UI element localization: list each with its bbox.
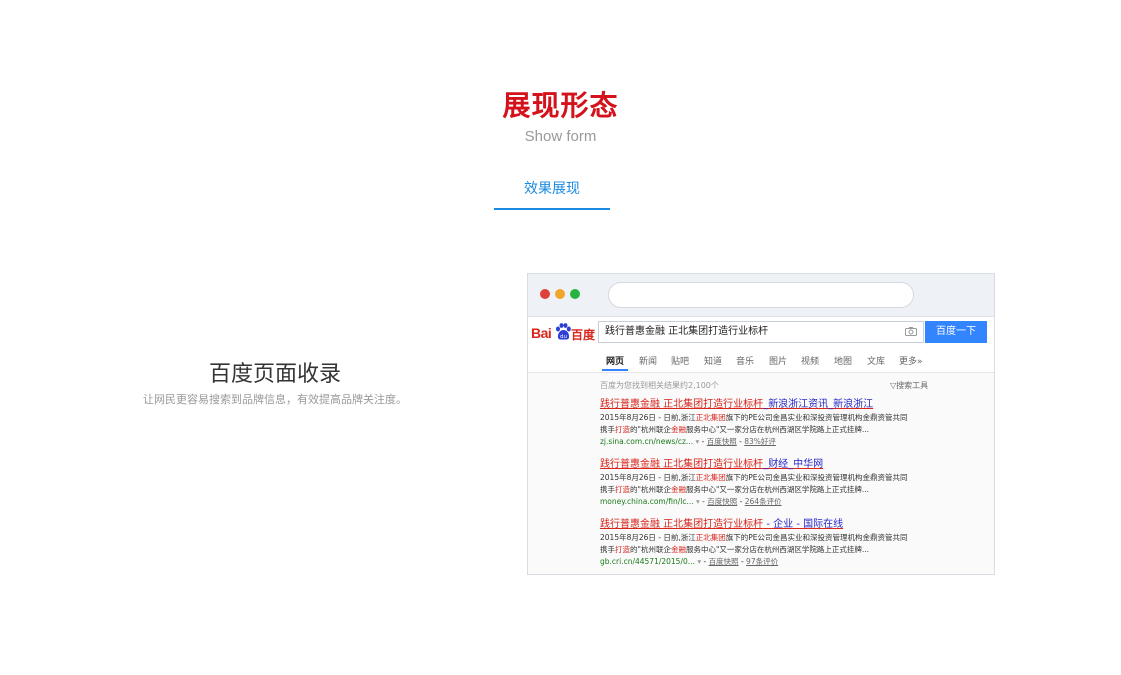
result-count: 百度为您找到相关结果约2,100个 — [600, 381, 719, 390]
logo-text-right: 百度 — [571, 328, 596, 342]
dropdown-arrow-icon[interactable]: ▾ — [695, 437, 699, 446]
result-rating-link[interactable]: 83%好评 — [744, 437, 776, 446]
result-snippet: 2015年8月26日 - 日前,浙江正北集团旗下的PE公司金昌实业和深投资管理机… — [600, 473, 908, 482]
result-title-link[interactable]: 践行普惠金融 正北集团打造行业标杆_财经_中华网 — [600, 458, 940, 472]
tab-zhidao[interactable]: 知道 — [704, 354, 722, 367]
window-close-dot-icon — [540, 289, 550, 299]
page-title: 展现形态 — [502, 89, 619, 122]
result-meta: gb.cri.cn/44571/2015/0... ▾ - 百度快照 - 97条… — [600, 557, 779, 566]
result-url[interactable]: gb.cri.cn/44571/2015/0... — [600, 557, 695, 566]
search-button[interactable]: 百度一下 — [925, 321, 987, 343]
search-result: 践行普惠金融 正北集团打造行业标杆 - 企业 - 国际在线 2015年8月26日… — [600, 518, 940, 567]
search-result: 践行普惠金融 正北集团打造行业标杆_新浪浙江资讯_新浪浙江 2015年8月26日… — [600, 398, 940, 447]
result-snapshot-link[interactable]: 百度快照 — [709, 557, 739, 566]
browser-titlebar — [528, 274, 994, 317]
logo-text-left: Bai — [531, 325, 552, 341]
svg-text:du: du — [560, 334, 567, 340]
search-query-text: 践行普惠金融 正北集团打造行业标杆 — [605, 326, 769, 337]
dropdown-arrow-icon[interactable]: ▾ — [696, 497, 700, 506]
feature-description: 让网民更容易搜索到品牌信息，有效提高品牌关注度。 — [143, 393, 407, 406]
browser-mockup: Bai du 百度 践行普惠金融 正北集团打造行业标杆 百度一下 网页 新闻 贴… — [527, 273, 995, 575]
result-url[interactable]: money.china.com/fin/lc... — [600, 497, 694, 506]
result-rating-link[interactable]: 97条评价 — [746, 557, 778, 566]
feature-title: 百度页面收录 — [208, 362, 341, 387]
tab-wenku[interactable]: 文库 — [867, 354, 885, 367]
result-snapshot-link[interactable]: 百度快照 — [707, 497, 737, 506]
result-title-link[interactable]: 践行普惠金融 正北集团打造行业标杆_新浪浙江资讯_新浪浙江 — [600, 398, 940, 412]
baidu-logo: Bai du 百度 — [531, 323, 595, 345]
tab-more[interactable]: 更多» — [899, 354, 923, 367]
dropdown-arrow-icon[interactable]: ▾ — [697, 557, 701, 566]
paw-icon: du — [556, 323, 571, 340]
active-tab-underline — [602, 369, 628, 371]
address-bar[interactable] — [608, 282, 914, 308]
tab-effect-display[interactable]: 效果展现 — [494, 178, 610, 210]
result-snapshot-link[interactable]: 百度快照 — [707, 437, 737, 446]
tab-music[interactable]: 音乐 — [736, 354, 754, 367]
tab-map[interactable]: 地图 — [834, 354, 852, 367]
tab-images[interactable]: 图片 — [769, 354, 787, 367]
tab-web[interactable]: 网页 — [606, 354, 624, 367]
camera-icon[interactable] — [905, 327, 917, 336]
result-snippet: 携手打造的"杭州联企金融服务中心"又一家分店在杭州西湖区学院路上正式挂牌... — [600, 485, 870, 494]
search-bar: Bai du 百度 践行普惠金融 正北集团打造行业标杆 百度一下 — [528, 320, 994, 346]
search-nav-tabs: 网页 新闻 贴吧 知道 音乐 图片 视频 地图 文库 更多» — [528, 350, 994, 373]
result-snippet: 携手打造的"杭州联企金融服务中心"又一家分店在杭州西湖区学院路上正式挂牌... — [600, 425, 870, 434]
window-minimize-dot-icon — [555, 289, 565, 299]
tab-video[interactable]: 视频 — [801, 354, 819, 367]
result-snippet: 携手打造的"杭州联企金融服务中心"又一家分店在杭州西湖区学院路上正式挂牌... — [600, 545, 870, 554]
result-title-link[interactable]: 践行普惠金融 正北集团打造行业标杆 - 企业 - 国际在线 — [600, 518, 940, 532]
result-rating-link[interactable]: 264条评价 — [745, 497, 782, 506]
tab-tieba[interactable]: 贴吧 — [671, 354, 689, 367]
window-maximize-dot-icon — [570, 289, 580, 299]
result-meta: zj.sina.com.cn/news/cz... ▾ - 百度快照 - 83%… — [600, 437, 776, 446]
page-subtitle: Show form — [524, 128, 597, 145]
result-snippet: 2015年8月26日 - 日前,浙江正北集团旗下的PE公司金昌实业和深投资管理机… — [600, 413, 908, 422]
tab-news[interactable]: 新闻 — [639, 354, 657, 367]
search-input[interactable]: 践行普惠金融 正北集团打造行业标杆 — [598, 321, 924, 343]
search-result: 践行普惠金融 正北集团打造行业标杆_财经_中华网 2015年8月26日 - 日前… — [600, 458, 940, 507]
result-snippet: 2015年8月26日 - 日前,浙江正北集团旗下的PE公司金昌实业和深投资管理机… — [600, 533, 908, 542]
result-meta: money.china.com/fin/lc... ▾ - 百度快照 - 264… — [600, 497, 782, 506]
search-tools-link[interactable]: ▽搜索工具 — [890, 380, 928, 391]
result-url[interactable]: zj.sina.com.cn/news/cz... — [600, 437, 693, 446]
